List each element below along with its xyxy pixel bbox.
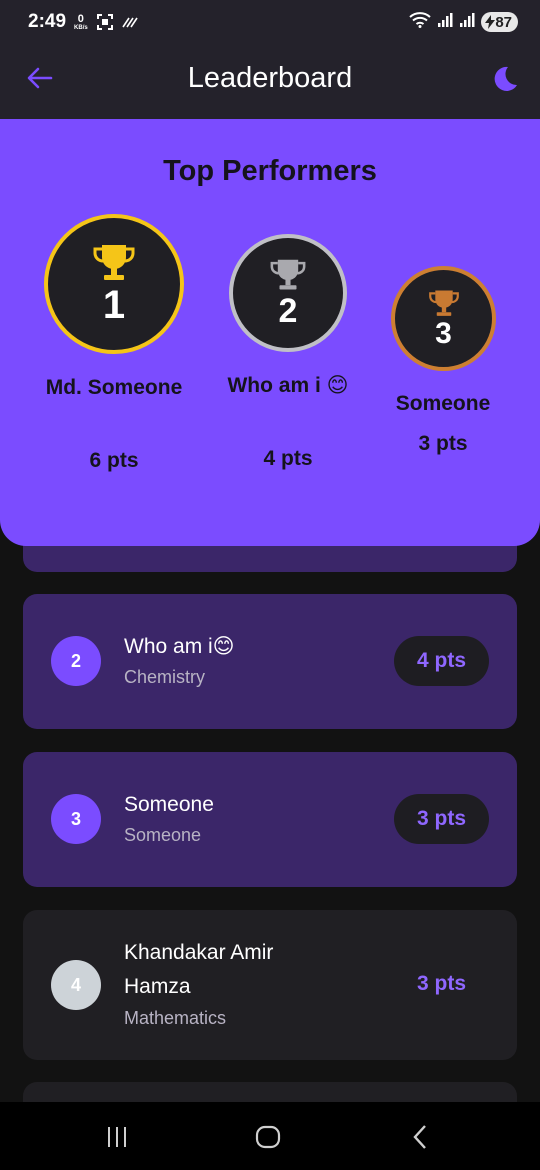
signal-icon-2 [459,12,475,33]
network-speed: 0 KB/s [74,12,88,31]
page-title: Leaderboard [187,62,353,94]
list-item[interactable]: 2 Who am i😊 Chemistry 4 pts [23,594,517,729]
participant-subject: Mathematics [124,1008,227,1028]
points-badge: 3 pts [393,794,489,844]
back-chevron-icon [413,1125,426,1149]
battery-indicator: 87 [481,12,518,32]
rank-badge: 4 [51,960,101,1010]
status-time: 2:49 [28,11,67,32]
participant-subject: Chemistry [124,667,206,687]
list-item[interactable]: 3 Someone Someone 3 pts [23,752,517,887]
list-item-partial[interactable] [23,1082,517,1102]
nfc-icon [122,16,138,28]
network-speed-unit: KB/s [74,24,88,31]
top-performers-panel: Top Performers 1 Md. Someone 6 pts 2 Who… [0,119,540,546]
network-speed-value: 0 [77,12,84,25]
first-place-medal[interactable]: 1 [44,214,184,354]
first-place-name: Md. Someone [45,376,183,399]
third-place-medal[interactable]: 3 [391,266,496,371]
third-place-points: 3 pts [418,432,468,455]
system-back-button[interactable] [405,1124,435,1150]
gold-trophy-icon [93,245,135,280]
bronze-trophy-icon [428,289,459,316]
second-place-points: 4 pts [263,447,313,470]
app-bar: Leaderboard [0,44,540,119]
screenshot-icon [96,13,114,31]
recent-apps-icon [108,1127,126,1147]
rank-number: 1 [102,283,126,327]
silver-trophy-icon [270,259,306,290]
rank-badge: 3 [51,794,101,844]
status-bar: 2:49 0 KB/s 87 [0,0,540,44]
home-icon [255,1125,281,1149]
participant-name: Someone [124,793,214,816]
points-label: 3 pts [416,972,466,995]
charging-bolt-icon [485,15,496,29]
wifi-icon [409,11,431,33]
second-place-name: Who am i 😊 [227,374,349,397]
participant-name: Who am i😊 [124,635,235,658]
battery-level: 87 [495,13,512,31]
participant-name: Khandakar Amir Hamza [124,941,274,998]
theme-toggle-button[interactable] [490,64,520,94]
home-button[interactable] [253,1124,283,1150]
first-place-points: 6 pts [89,449,139,472]
system-nav-bar [0,1102,540,1170]
rank-badge: 2 [51,636,101,686]
status-right: 87 [409,11,518,33]
signal-icon-1 [437,12,453,33]
list-item[interactable]: 4 Khandakar Amir Hamza Mathematics 3 pts [23,910,517,1060]
participant-subject: Someone [124,825,202,845]
points-badge: 4 pts [393,636,489,686]
rank-number: 3 [435,316,452,350]
rank-number: 2 [278,292,298,330]
moon-icon [494,66,517,91]
third-place-name: Someone [395,392,491,415]
top-performers-title: Top Performers [163,155,377,187]
second-place-medal[interactable]: 2 [229,234,347,352]
recent-apps-button[interactable] [102,1124,132,1150]
